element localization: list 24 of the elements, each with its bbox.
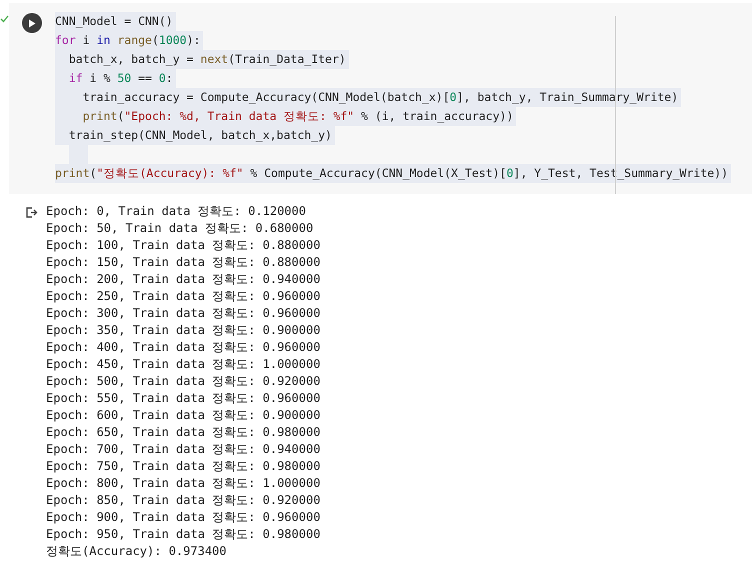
output-line: 정확도(Accuracy): 0.973400 (46, 543, 228, 560)
output-line: Epoch: 150, Train data 정확도: 0.880000 (46, 254, 320, 271)
output-line: Epoch: 700, Train data 정확도: 0.940000 (46, 441, 320, 458)
output-line: Epoch: 650, Train data 정확도: 0.980000 (46, 424, 320, 441)
output-line: Epoch: 450, Train data 정확도: 1.000000 (46, 356, 320, 373)
output-line: Epoch: 500, Train data 정확도: 0.920000 (46, 373, 320, 390)
output-line: Epoch: 600, Train data 정확도: 0.900000 (46, 407, 320, 424)
output-line: Epoch: 50, Train data 정확도: 0.680000 (46, 220, 314, 237)
output-line: Epoch: 250, Train data 정확도: 0.960000 (46, 288, 320, 305)
output-line: Epoch: 100, Train data 정확도: 0.880000 (46, 237, 320, 254)
run-button[interactable] (22, 13, 42, 33)
output-line: Epoch: 850, Train data 정확도: 0.920000 (46, 492, 320, 509)
output-line: Epoch: 200, Train data 정확도: 0.940000 (46, 271, 320, 288)
output-line: Epoch: 300, Train data 정확도: 0.960000 (46, 305, 320, 322)
output-line: Epoch: 800, Train data 정확도: 1.000000 (46, 475, 320, 492)
output-line: Epoch: 400, Train data 정확도: 0.960000 (46, 339, 320, 356)
play-icon (28, 18, 36, 28)
output-line: Epoch: 950, Train data 정확도: 0.980000 (46, 526, 320, 543)
output-line: Epoch: 750, Train data 정확도: 0.980000 (46, 458, 320, 475)
output-line: Epoch: 0, Train data 정확도: 0.120000 (46, 203, 307, 220)
output-icon[interactable] (26, 207, 38, 218)
output-line: Epoch: 350, Train data 정확도: 0.900000 (46, 322, 320, 339)
output-line: Epoch: 550, Train data 정확도: 0.960000 (46, 390, 320, 407)
output-line: Epoch: 900, Train data 정확도: 0.960000 (46, 509, 320, 526)
